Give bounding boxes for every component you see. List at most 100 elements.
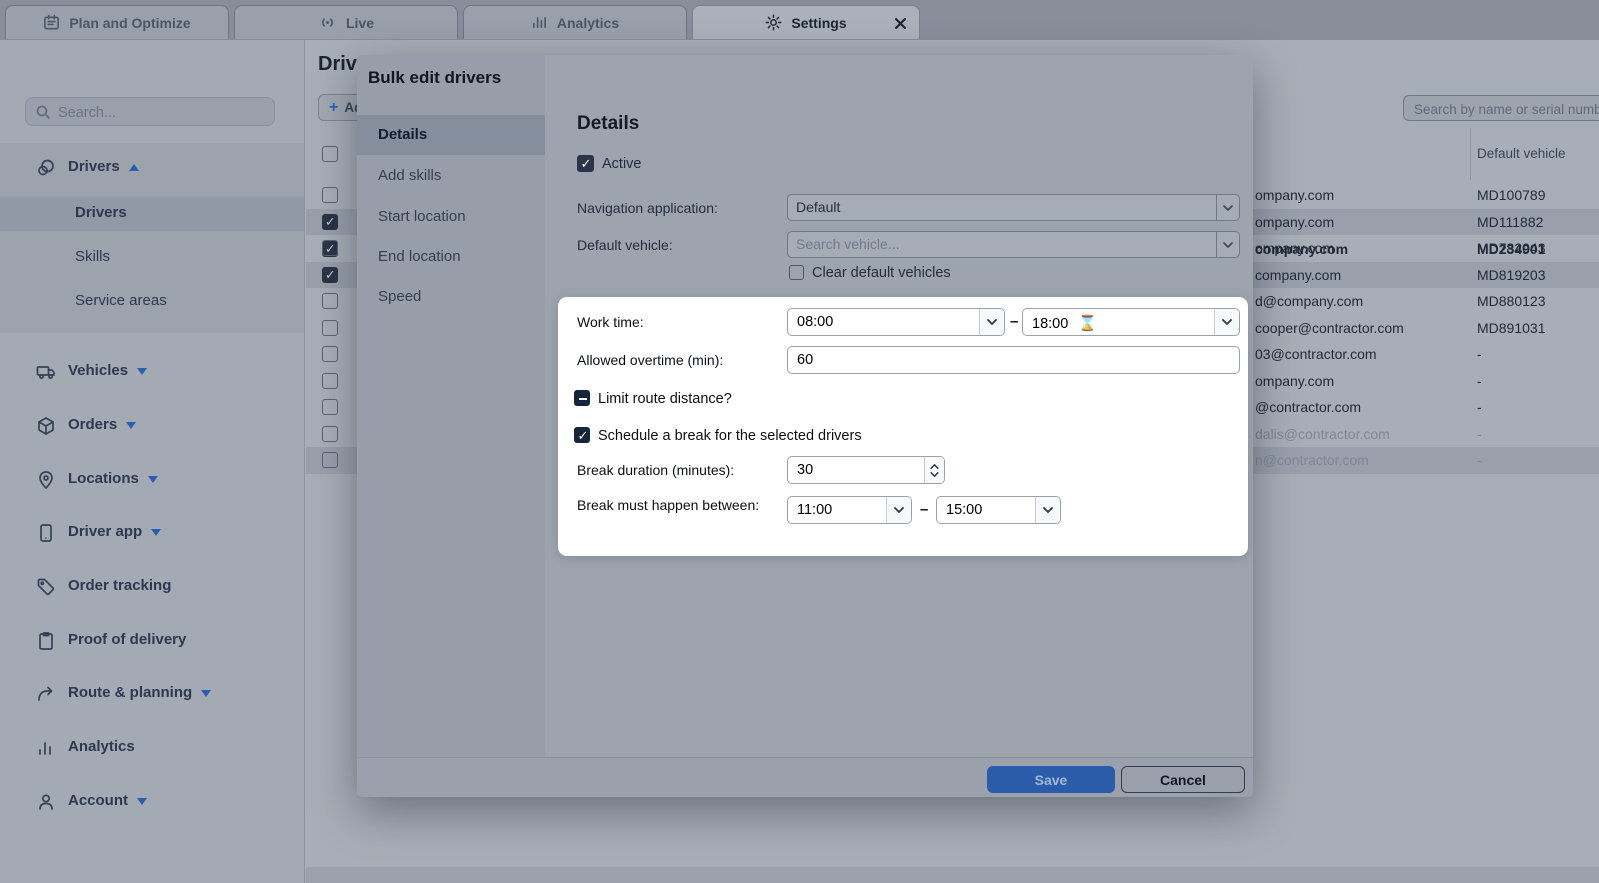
locations-icon xyxy=(36,470,56,490)
chevron-down-icon xyxy=(1214,309,1239,335)
sidebar-item-account[interactable]: Account xyxy=(0,785,304,819)
sidebar-search[interactable] xyxy=(25,97,275,126)
default-vehicle-label: Default vehicle: xyxy=(577,237,673,253)
modal-title: Bulk edit drivers xyxy=(368,68,501,88)
sidebar-item-orders[interactable]: Orders xyxy=(0,409,304,443)
row-checkbox[interactable] xyxy=(322,373,338,389)
column-divider xyxy=(1470,128,1471,180)
tab-label: Live xyxy=(346,15,374,31)
sidebar-item-analytics[interactable]: Analytics xyxy=(0,731,304,765)
work-time-to-value: 18:00 xyxy=(1032,316,1068,332)
sidebar-item-driver-app[interactable]: Driver app xyxy=(0,516,304,550)
table-search[interactable] xyxy=(1403,95,1599,121)
cancel-button[interactable]: Cancel xyxy=(1121,766,1245,793)
navigation-application-select[interactable]: Default xyxy=(787,194,1240,221)
sidebar-item-route-planning[interactable]: Route & planning xyxy=(0,677,304,711)
chevron-up-icon xyxy=(129,164,139,171)
row-checkbox[interactable] xyxy=(322,267,338,283)
active-label: Active xyxy=(602,156,642,172)
sidebar-item-locations[interactable]: Locations xyxy=(0,463,304,497)
chevron-down-icon xyxy=(1216,232,1239,257)
work-time-label: Work time: xyxy=(577,314,644,330)
order-tracking-icon xyxy=(36,577,56,597)
range-dash: – xyxy=(1010,313,1018,330)
sidebar-item-label: Driver app xyxy=(68,523,142,540)
bulk-edit-drivers-modal: Bulk edit drivers Details Add skills Sta… xyxy=(357,55,1253,797)
modal-nav-label: Details xyxy=(378,126,427,143)
driver-email: ompany.com xyxy=(1255,240,1334,256)
sidebar-item-label: Orders xyxy=(68,416,117,433)
active-checkbox[interactable] xyxy=(577,155,594,172)
allowed-overtime-input[interactable] xyxy=(797,349,1180,371)
chevron-down-icon xyxy=(148,476,158,483)
sidebar-item-vehicles[interactable]: Vehicles xyxy=(0,355,304,389)
sidebar-item-skills[interactable]: Skills xyxy=(0,241,304,275)
driver-email: @contractor.com xyxy=(1255,399,1361,415)
modal-nav-end-location[interactable]: End location xyxy=(357,237,545,277)
row-checkbox[interactable] xyxy=(322,293,338,309)
sidebar-item-label: Route & planning xyxy=(68,684,192,701)
driver-email: cooper@contractor.com xyxy=(1255,320,1404,336)
tab-plan-and-optimize[interactable]: Plan and Optimize xyxy=(5,5,229,39)
sidebar-item-service-areas[interactable]: Service areas xyxy=(0,285,304,319)
tab-bar: Plan and Optimize Live Analytics Setting… xyxy=(0,0,1599,40)
close-icon[interactable] xyxy=(893,16,907,30)
navigation-application-value: Default xyxy=(796,199,840,215)
row-checkbox[interactable] xyxy=(322,452,338,468)
schedule-break-checkbox[interactable] xyxy=(574,427,590,443)
work-time-from-select[interactable]: 08:00 xyxy=(787,308,1005,336)
work-time-to-select[interactable]: 18:00⌛ xyxy=(1022,308,1240,336)
chevron-down-icon xyxy=(137,368,147,375)
sidebar-item-drivers-group[interactable]: Drivers xyxy=(0,151,304,185)
driver-vehicle: - xyxy=(1477,346,1482,362)
clear-default-vehicles-checkbox[interactable] xyxy=(789,265,804,280)
break-from-value: 11:00 xyxy=(797,502,832,518)
vehicles-icon xyxy=(36,362,56,382)
sidebar-item-proof-of-delivery[interactable]: Proof of delivery xyxy=(0,624,304,658)
driver-vehicle: - xyxy=(1477,373,1482,389)
row-checkbox[interactable] xyxy=(322,187,338,203)
modal-nav-add-skills[interactable]: Add skills xyxy=(357,156,545,196)
row-checkbox[interactable] xyxy=(322,399,338,415)
break-duration-input[interactable] xyxy=(797,459,897,481)
account-icon xyxy=(36,792,56,812)
row-checkbox[interactable] xyxy=(322,346,338,362)
sidebar-item-label: Locations xyxy=(68,470,139,487)
sidebar-item-label: Drivers xyxy=(68,158,120,175)
break-to-select[interactable]: 15:00 xyxy=(936,496,1061,524)
save-button[interactable]: Save xyxy=(987,766,1115,793)
horizontal-scrollbar[interactable] xyxy=(306,867,1599,883)
select-all-checkbox[interactable] xyxy=(322,146,338,162)
tab-settings[interactable]: Settings xyxy=(692,5,920,39)
break-duration-field xyxy=(787,456,945,484)
tab-analytics[interactable]: Analytics xyxy=(463,5,687,39)
table-search-input[interactable] xyxy=(1412,97,1599,121)
tab-live[interactable]: Live xyxy=(234,5,458,39)
orders-icon xyxy=(36,416,56,436)
sidebar-item-order-tracking[interactable]: Order tracking xyxy=(0,570,304,604)
clear-default-vehicles-label: Clear default vehicles xyxy=(812,265,951,281)
app-window: Plan and Optimize Live Analytics Setting… xyxy=(0,0,1599,883)
sidebar-item-drivers[interactable]: Drivers xyxy=(0,197,304,231)
modal-nav-speed[interactable]: Speed xyxy=(357,277,545,317)
limit-route-distance-checkbox[interactable] xyxy=(574,390,590,406)
break-from-select[interactable]: 11:00 xyxy=(787,496,912,524)
default-vehicle-select[interactable]: Search vehicle... xyxy=(787,231,1240,258)
tab-label: Analytics xyxy=(557,15,619,31)
modal-nav-details[interactable]: Details xyxy=(357,115,545,155)
chevron-down-icon xyxy=(1035,497,1060,523)
row-checkbox[interactable] xyxy=(322,214,338,230)
number-stepper[interactable] xyxy=(924,457,944,483)
sidebar-search-input[interactable] xyxy=(56,99,270,126)
row-checkbox[interactable] xyxy=(322,240,338,256)
modal-nav-start-location[interactable]: Start location xyxy=(357,197,545,237)
row-checkbox[interactable] xyxy=(322,426,338,442)
driver-vehicle: MD782043 xyxy=(1477,240,1546,256)
driver-vehicle: MD100789 xyxy=(1477,187,1546,203)
driver-email: d@company.com xyxy=(1255,293,1363,309)
schedule-break-label: Schedule a break for the selected driver… xyxy=(598,428,862,444)
driver-email: company.com xyxy=(1255,267,1341,283)
modal-nav-label: Start location xyxy=(378,208,466,225)
navigation-application-label: Navigation application: xyxy=(577,200,718,216)
row-checkbox[interactable] xyxy=(322,320,338,336)
